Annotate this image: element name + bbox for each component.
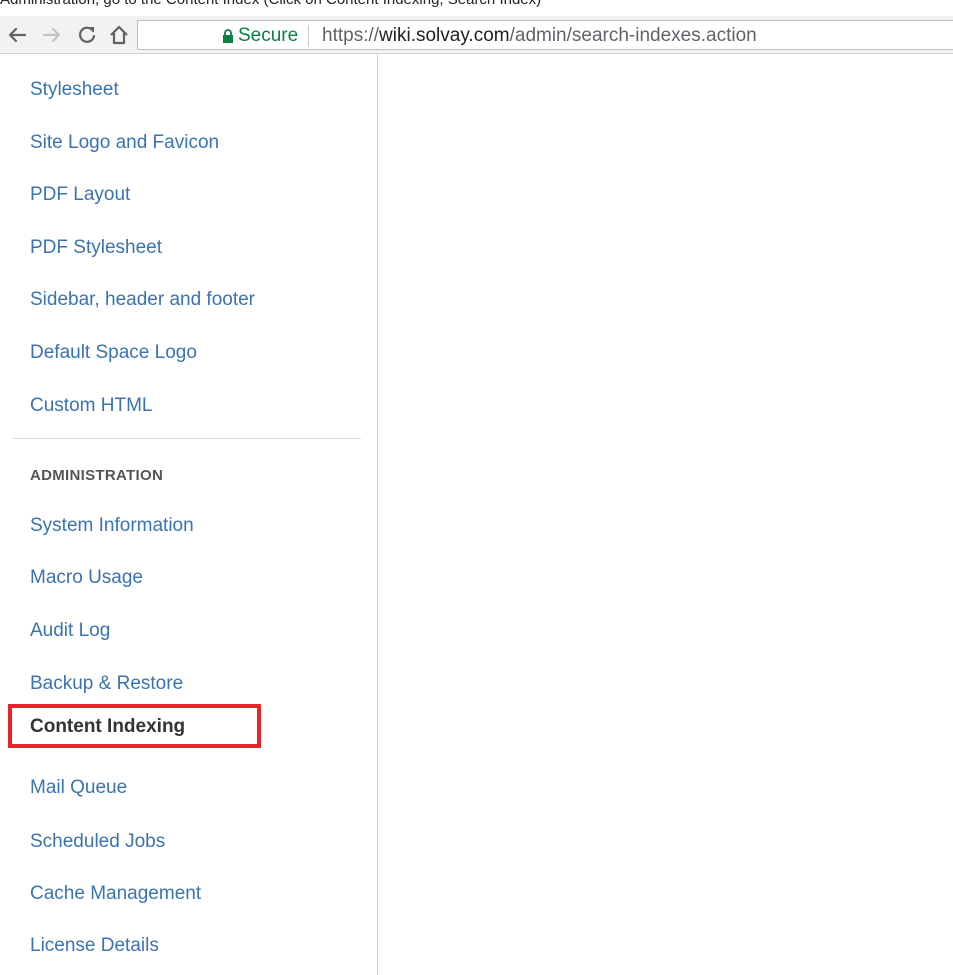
url-path: /admin/search-indexes.action (509, 25, 757, 46)
sidebar-item-macro-usage[interactable]: Macro Usage (30, 566, 143, 590)
address-bar[interactable]: Secure https://wiki.solvay.com/admin/sea… (137, 20, 953, 50)
sidebar-item-scheduled-jobs[interactable]: Scheduled Jobs (30, 830, 165, 854)
sidebar-item-default-space-logo[interactable]: Default Space Logo (30, 341, 197, 365)
url-scheme: https:// (322, 25, 380, 46)
secure-label: Secure (238, 25, 299, 46)
sidebar-item-content-indexing-label: Content Indexing (30, 716, 186, 737)
url-text[interactable]: https://wiki.solvay.com/admin/search-ind… (322, 25, 757, 47)
reload-icon[interactable] (74, 22, 100, 48)
sidebar-item-content-indexing[interactable]: Content Indexing (8, 704, 261, 748)
sidebar-item-audit-log[interactable]: Audit Log (30, 619, 110, 643)
sidebar-item-site-logo-and-favicon[interactable]: Site Logo and Favicon (30, 131, 219, 155)
main-content-area (379, 54, 953, 975)
section-heading-administration: ADMINISTRATION (30, 467, 164, 484)
sidebar-divider (12, 438, 361, 439)
forward-arrow-icon[interactable] (39, 22, 65, 48)
caption-text: Administration, go to the Content Index … (0, 0, 541, 8)
sidebar-item-custom-html[interactable]: Custom HTML (30, 394, 152, 418)
lock-icon (222, 29, 234, 48)
browser-toolbar: Secure https://wiki.solvay.com/admin/sea… (0, 16, 953, 54)
address-separator (308, 25, 309, 47)
sidebar-item-sidebar-header-footer[interactable]: Sidebar, header and footer (30, 288, 255, 312)
caption-strip: Administration, go to the Content Index … (0, 0, 953, 16)
sidebar-item-system-information[interactable]: System Information (30, 514, 194, 538)
home-icon[interactable] (106, 22, 132, 48)
sidebar-item-cache-management[interactable]: Cache Management (30, 882, 201, 906)
sidebar-item-mail-queue[interactable]: Mail Queue (30, 776, 127, 800)
admin-sidebar: Stylesheet Site Logo and Favicon PDF Lay… (0, 54, 378, 975)
back-arrow-icon[interactable] (4, 22, 30, 48)
sidebar-item-pdf-layout[interactable]: PDF Layout (30, 183, 130, 207)
url-host: wiki.solvay.com (379, 25, 510, 46)
sidebar-item-backup-restore[interactable]: Backup & Restore (30, 672, 183, 696)
sidebar-item-stylesheet[interactable]: Stylesheet (30, 78, 119, 102)
sidebar-item-license-details[interactable]: License Details (30, 934, 159, 958)
sidebar-item-pdf-stylesheet[interactable]: PDF Stylesheet (30, 236, 162, 260)
